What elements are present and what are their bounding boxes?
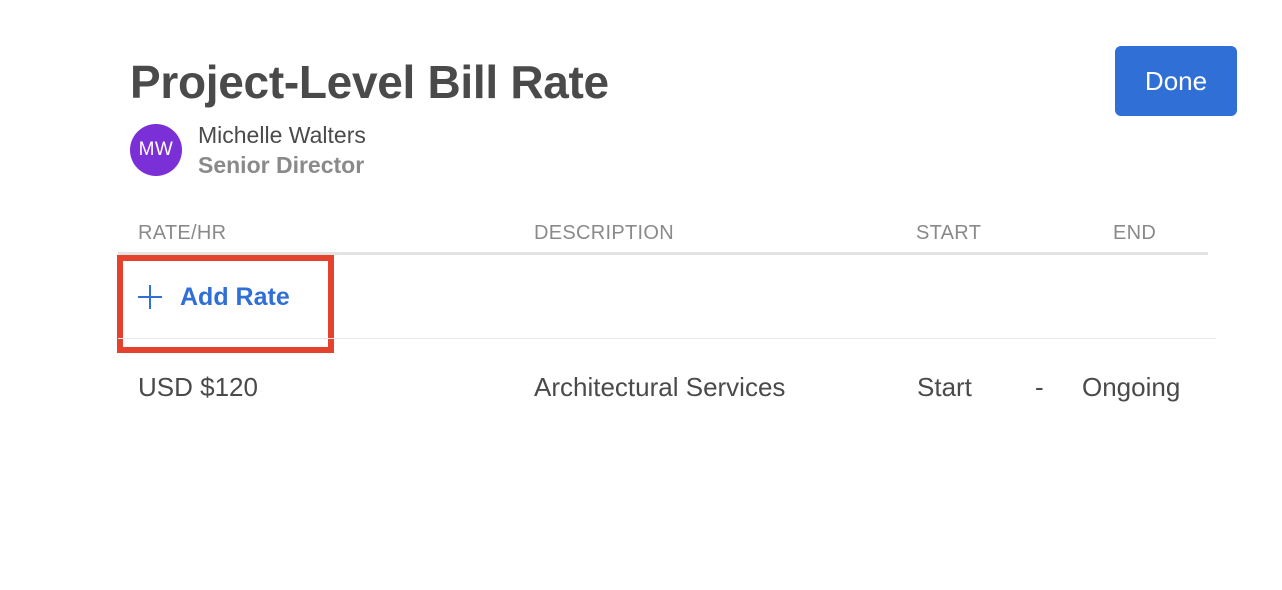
plus-icon <box>138 285 162 309</box>
bill-rate-panel: Project-Level Bill Rate Done MW Michelle… <box>0 0 1282 590</box>
column-header-start: START <box>916 222 982 244</box>
rate-cell: USD $120 <box>138 372 258 402</box>
add-rate-label: Add Rate <box>180 282 290 311</box>
avatar: MW <box>130 124 182 176</box>
description-cell: Architectural Services <box>534 372 786 402</box>
column-header-end: END <box>1113 222 1157 244</box>
date-separator: - <box>1035 372 1044 402</box>
user-details: Michelle Walters Senior Director <box>198 120 366 180</box>
column-header-description: DESCRIPTION <box>534 222 674 244</box>
column-header-rate: RATE/HR <box>138 222 227 244</box>
user-info: MW Michelle Walters Senior Director <box>130 120 366 180</box>
end-cell: Ongoing <box>1082 372 1181 402</box>
user-name: Michelle Walters <box>198 122 366 148</box>
row-divider <box>118 338 1216 339</box>
user-role: Senior Director <box>198 152 365 178</box>
start-cell: Start <box>917 372 972 402</box>
done-button[interactable]: Done <box>1115 46 1237 116</box>
page-title: Project-Level Bill Rate <box>130 56 609 108</box>
